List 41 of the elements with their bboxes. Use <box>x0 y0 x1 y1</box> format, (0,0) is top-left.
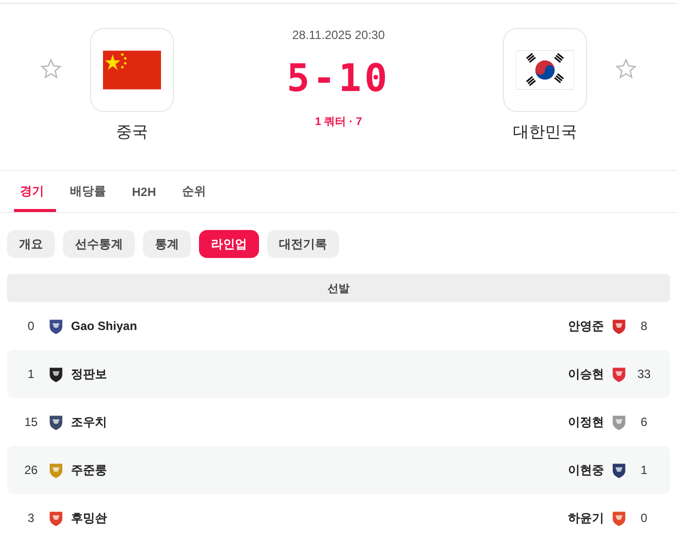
team-flag-card[interactable] <box>503 28 587 112</box>
player-name[interactable]: 안영준 <box>568 318 604 334</box>
player-name[interactable]: Gao Shiyan <box>71 319 138 333</box>
favorite-star-icon[interactable] <box>615 58 637 80</box>
filter-chip[interactable]: 대전기록 <box>267 230 339 258</box>
jersey-number: 33 <box>636 367 652 381</box>
tab[interactable]: 순위 <box>176 171 218 212</box>
jersey-number: 3 <box>26 511 36 525</box>
filter-chip[interactable]: 선수통계 <box>63 230 135 258</box>
korea-flag-icon <box>516 50 574 90</box>
player-name[interactable]: 정판보 <box>71 366 107 382</box>
player-name[interactable]: 이현중 <box>568 462 604 478</box>
favorite-star-icon[interactable] <box>40 58 62 80</box>
team-name: 대한민국 <box>513 123 577 143</box>
filter-chip[interactable]: 라인업 <box>199 230 259 258</box>
filter-chip[interactable]: 개요 <box>7 230 55 258</box>
player-name[interactable]: 주준룽 <box>71 462 107 478</box>
tab[interactable]: 배당률 <box>64 171 118 212</box>
tab[interactable]: 경기 <box>14 171 56 212</box>
jersey-number: 0 <box>640 511 648 525</box>
team-flag-card[interactable] <box>90 28 174 112</box>
jersey-number: 1 <box>640 463 648 477</box>
match-datetime: 28.11.2025 20:30 <box>292 28 385 42</box>
jersey-number: 15 <box>23 415 39 429</box>
match-period: 1 쿼터 · 7 <box>314 115 362 129</box>
tab[interactable]: H2H <box>126 171 168 212</box>
player-name[interactable]: 이정현 <box>568 414 604 430</box>
china-flag-icon <box>103 50 161 90</box>
player-name[interactable]: 후밍솬 <box>71 510 107 526</box>
jersey-number: 0 <box>26 319 36 333</box>
team-name: 중국 <box>116 123 148 143</box>
section-header: 선발 <box>7 274 670 302</box>
player-name[interactable]: 조우치 <box>71 414 107 430</box>
filter-chip[interactable]: 통계 <box>143 230 191 258</box>
jersey-number: 6 <box>640 415 648 429</box>
match-score: 5-10 <box>286 56 390 100</box>
jersey-number: 1 <box>26 367 36 381</box>
player-name[interactable]: 하윤기 <box>568 510 604 526</box>
jersey-number: 26 <box>23 463 39 477</box>
player-name[interactable]: 이승현 <box>568 366 604 382</box>
jersey-number: 8 <box>640 319 648 333</box>
